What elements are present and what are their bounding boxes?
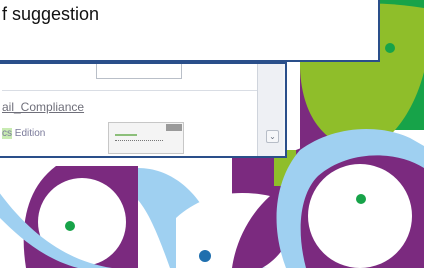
preview-line [115,140,163,142]
preview-button [166,124,182,131]
green-dot-left [65,221,75,231]
compliance-heading-link[interactable]: ail_Compliance [2,100,84,114]
edition-label: cs Edition [2,128,45,139]
edition-highlight: cs [2,128,12,139]
edition-preview-thumbnail[interactable] [108,122,184,154]
scroll-down-button[interactable]: ⌄ [266,130,279,143]
window-content-pane: ail_Compliance cs Edition [0,64,258,156]
top-field-box[interactable] [96,64,182,79]
content-divider [2,90,257,91]
callout-text: f suggestion [2,4,100,24]
green-dot-right [356,194,366,204]
blue-dot-bottom [199,250,211,262]
suggestion-callout: f suggestion [0,0,380,62]
chevron-down-icon: ⌄ [269,132,276,141]
embedded-window-screenshot: ail_Compliance cs Edition ⌄ [0,62,287,158]
vertical-scrollbar[interactable]: ⌄ [258,64,283,156]
green-dot-top-right [385,43,395,53]
edition-text: Edition [12,128,46,139]
preview-line [115,134,137,136]
white-disc-right [308,164,412,268]
